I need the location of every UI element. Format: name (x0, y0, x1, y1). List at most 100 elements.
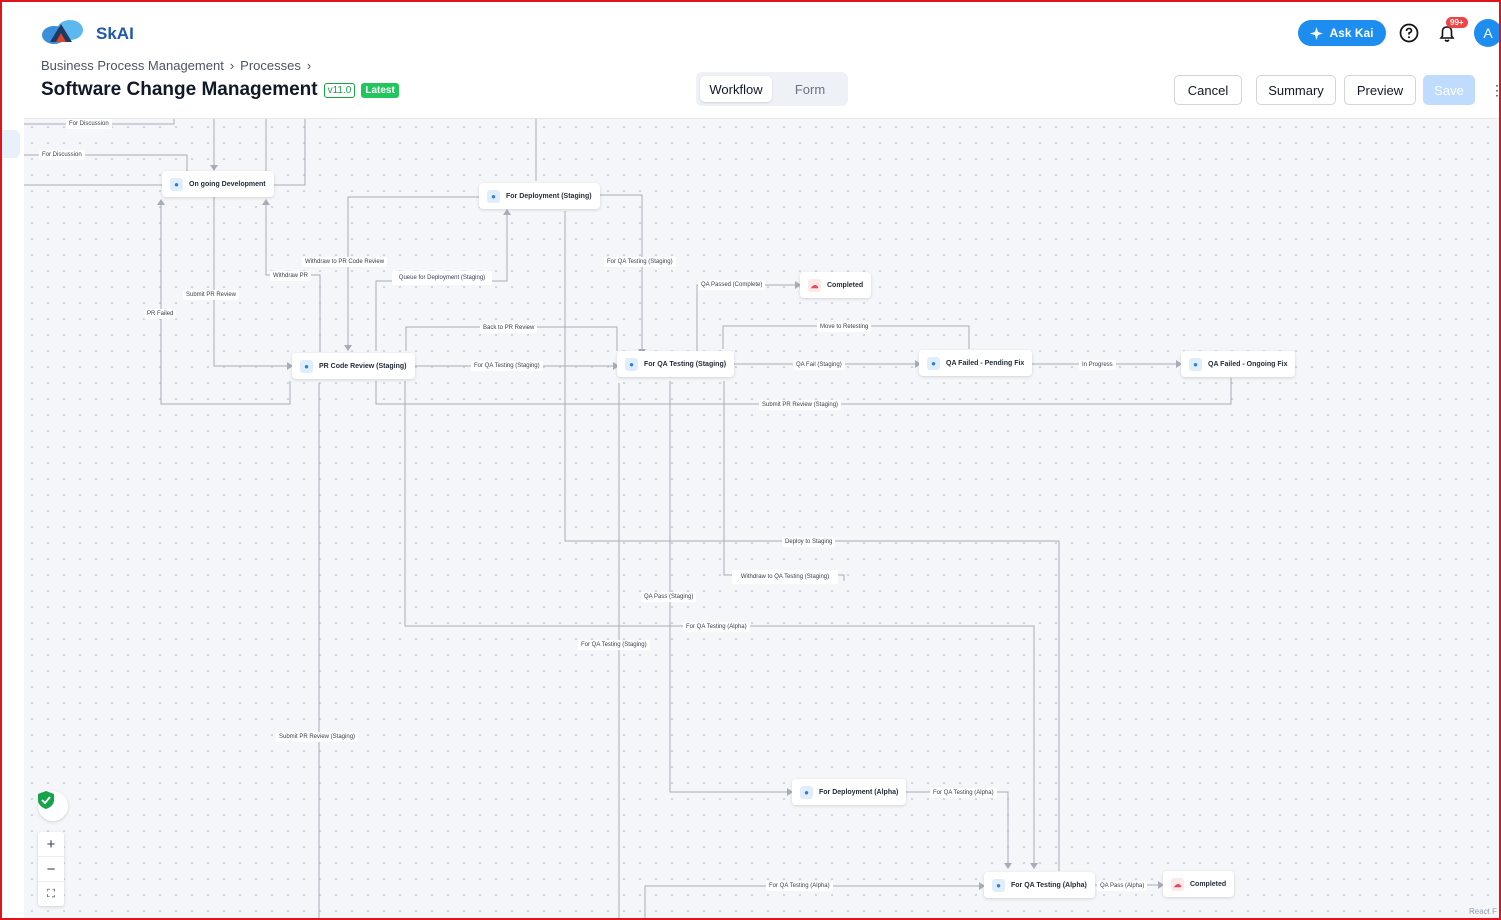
plus-icon[interactable]: + (38, 832, 64, 857)
logo-icon[interactable] (40, 16, 86, 46)
workflow-node-label: QA Failed - Pending Fix (946, 359, 1025, 367)
breadcrumb: Business Process Management › Processes … (41, 58, 311, 73)
workflow-node[interactable]: ● PR Code Review (Staging) (292, 353, 415, 379)
page-title-row: Software Change Management v11.0 Latest (41, 79, 399, 101)
chevron-right-icon: › (306, 58, 312, 73)
edge-label: Withdraw to PR Code Review (302, 257, 388, 267)
user-icon: ● (170, 177, 183, 191)
edge-arrow (344, 345, 352, 351)
workflow-node-label: For Deployment (Alpha) (819, 788, 899, 796)
workflow-node[interactable]: ☁ Completed (800, 272, 872, 298)
workflow-node-label: QA Failed - Ongoing Fix (1208, 360, 1288, 368)
view-toggle: Workflow Form (696, 72, 848, 106)
header: SkAI Ask Kai 99+ A Business Process Mana… (24, 2, 1499, 119)
workflow-canvas[interactable]: ● On going Development ● For Deployment (S… (24, 119, 1499, 918)
workflow-node-label: Completed (1190, 880, 1227, 888)
edge (213, 197, 287, 367)
edge (696, 284, 795, 351)
edge-label: Withdraw PR (270, 271, 312, 281)
edge-label: Queue for Deployment (Staging) (392, 271, 492, 285)
fit-view-icon[interactable]: ⛶ (38, 882, 64, 906)
edge-label: Submit PR Review (183, 290, 240, 300)
workflow-node[interactable]: ● QA Failed - Ongoing Fix (1181, 351, 1296, 377)
shield-check-icon (38, 791, 54, 809)
edge (723, 381, 845, 581)
edge-label: For QA Testing (Alpha) (766, 881, 833, 891)
user-icon: ● (1189, 357, 1202, 371)
workflow-node[interactable]: ● For Deployment (Alpha) (792, 779, 907, 805)
workflow-node[interactable]: ● On going Development (162, 171, 274, 197)
workflow-node-label: Completed (827, 281, 864, 289)
workflow-node[interactable]: ● QA Failed - Pending Fix (919, 350, 1033, 376)
edge-arrow (262, 199, 270, 205)
version-badge: v11.0 (323, 82, 356, 98)
zoom-controls: + − ⛶ (38, 832, 64, 906)
workflow-node-label: PR Code Review (Staging) (319, 362, 407, 370)
user-icon: ● (992, 878, 1005, 892)
edge-label: QA Fail (Staging) (793, 360, 845, 370)
edge-label: Deploy to Staging (782, 537, 836, 547)
avatar[interactable]: A (1474, 19, 1499, 47)
help-icon[interactable] (1398, 22, 1420, 44)
cloud-icon: ☁ (1171, 877, 1184, 891)
workflow-node[interactable]: ● For Deployment (Staging) (479, 183, 600, 209)
workflow-node-label: For QA Testing (Alpha) (1011, 881, 1087, 889)
edge-label: For QA Testing (Staging) (578, 640, 650, 650)
workflow-node[interactable]: ● For QA Testing (Staging) (617, 351, 735, 377)
edge-label: PR Failed (144, 309, 177, 319)
cancel-button[interactable]: Cancel (1174, 75, 1242, 105)
user-icon: ● (300, 359, 313, 373)
ask-kai-button[interactable]: Ask Kai (1298, 20, 1386, 46)
workflow-node[interactable]: ● For QA Testing (Alpha) (984, 872, 1095, 898)
sparkle-icon (1310, 26, 1324, 40)
preview-button[interactable]: Preview (1344, 75, 1416, 105)
sidebar (2, 2, 25, 918)
edge-label: For Discussion (66, 119, 112, 129)
edge-label: QA Pass (Alpha) (1097, 881, 1148, 891)
latest-badge: Latest (361, 82, 399, 98)
chevron-right-icon: › (229, 58, 235, 73)
edge-label: For QA Testing (Alpha) (930, 788, 997, 798)
app-name: SkAI (96, 24, 134, 43)
tab-workflow[interactable]: Workflow (700, 76, 772, 102)
workflow-node-label: On going Development (189, 180, 266, 188)
edge-label: QA Passed (Complete) (698, 280, 766, 290)
workflow-node[interactable]: ☁ Completed (1163, 871, 1235, 897)
shield-check-button[interactable] (38, 791, 68, 821)
sidebar-active-item[interactable] (2, 130, 20, 158)
more-vertical-icon[interactable]: ⋮ (1490, 82, 1499, 99)
page-title: Software Change Management (41, 79, 318, 100)
edge (900, 791, 1009, 867)
workflow-node-label: For QA Testing (Staging) (644, 360, 727, 368)
edge-label: For QA Testing (Staging) (604, 257, 676, 267)
edge-label: Withdraw to QA Testing (Staging) (732, 570, 838, 584)
user-icon: ● (625, 357, 638, 371)
user-icon: ● (800, 785, 813, 799)
edge-arrow (1030, 863, 1038, 869)
edge (160, 201, 291, 405)
edge (669, 381, 787, 793)
notification-badge: 99+ (1446, 17, 1468, 28)
cloud-icon: ☁ (808, 278, 821, 292)
user-icon: ● (487, 189, 500, 203)
ask-kai-label: Ask Kai (1329, 26, 1374, 40)
app-window: SkAI Ask Kai 99+ A Business Process Mana… (0, 0, 1501, 920)
user-icon: ● (927, 356, 940, 370)
edge-label: Submit PR Review (Staging) (759, 400, 842, 410)
tab-form[interactable]: Form (774, 76, 846, 102)
edge-label: In Progress (1079, 360, 1116, 370)
edge-label: QA Pass (Staging) (641, 592, 697, 602)
edge-arrow (503, 209, 511, 215)
edge-label: Submit PR Review (Staging) (276, 732, 359, 742)
edge-label: Back to PR Review (480, 323, 538, 333)
breadcrumb-item[interactable]: Business Process Management (41, 58, 224, 73)
minus-icon[interactable]: − (38, 857, 64, 882)
canvas-attribution: React F (1468, 907, 1497, 916)
workflow-node-label: For Deployment (Staging) (506, 192, 592, 200)
save-button[interactable]: Save (1423, 75, 1475, 105)
breadcrumb-item[interactable]: Processes (240, 58, 301, 73)
edge-label: Move to Retesting (817, 322, 872, 332)
edge-label: For Discussion (39, 150, 85, 160)
edge-label: For QA Testing (Staging) (471, 361, 543, 371)
summary-button[interactable]: Summary (1256, 75, 1336, 105)
